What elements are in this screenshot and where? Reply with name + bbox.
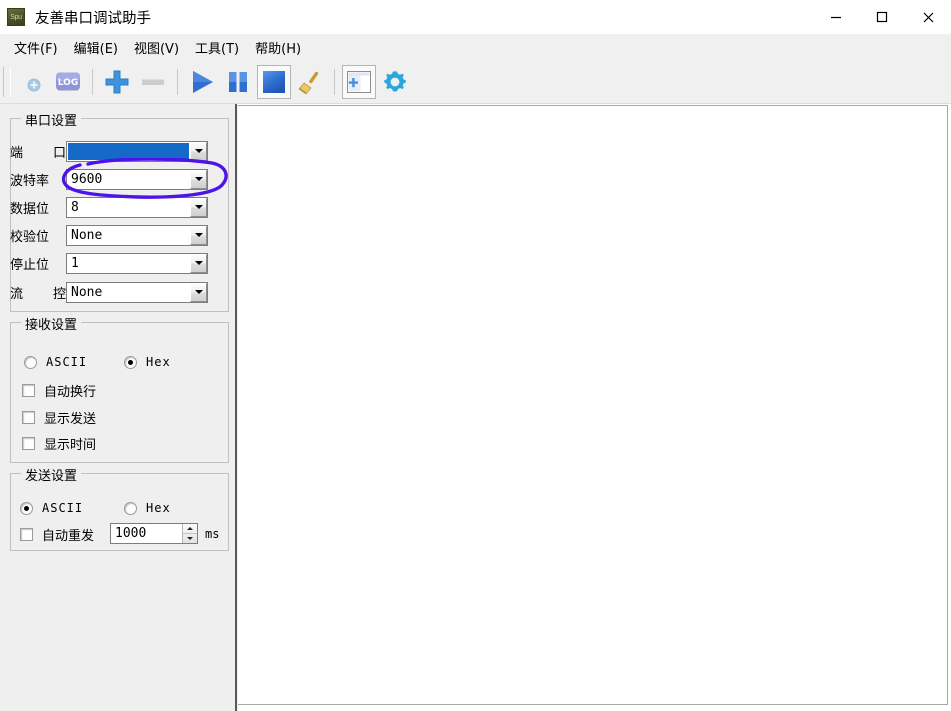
play-icon[interactable] [185,65,219,99]
spinner-up-icon[interactable] [183,524,197,534]
port-label: 端 口 [10,142,66,161]
maximize-button[interactable] [859,0,905,34]
menu-tools[interactable]: 工具(T) [187,35,247,60]
row-stopbits: 停止位 1 [10,252,208,274]
toolbar-separator [92,68,93,95]
window-controls [813,0,951,34]
databits-combobox[interactable]: 8 [66,196,208,218]
toolbar-separator-3 [334,68,335,95]
receive-hex-radio[interactable]: Hex [124,355,171,369]
parity-combobox[interactable]: None [66,224,208,246]
log-icon[interactable]: LOG [51,65,85,99]
menu-view[interactable]: 视图(V) [126,35,187,60]
plus-icon[interactable] [100,65,134,99]
flowcontrol-label-b: 控 [52,286,66,302]
stopbits-label: 停止位 [10,257,50,273]
receive-ascii-radio[interactable]: ASCII [24,355,87,369]
stopbits-combobox[interactable]: 1 [66,252,208,274]
flowcontrol-value: None [71,284,103,300]
new-window-icon[interactable] [342,64,376,99]
row-parity: 校验位 None [10,224,208,246]
row-flowcontrol: 流 控 None [10,281,208,303]
toolbar: LOG [0,60,951,104]
chevron-down-icon[interactable] [190,225,207,245]
receive-ascii-label: ASCII [46,355,88,369]
chevron-down-icon[interactable] [190,253,207,273]
flowcontrol-label: 流 控 [10,283,66,302]
radio-circle-icon [24,355,37,369]
baudrate-value: 9600 [71,171,103,187]
menu-file[interactable]: 文件(F) [6,35,66,60]
spinner-down-icon[interactable] [183,534,197,543]
gear-settings-icon[interactable] [378,65,412,99]
parity-value: None [71,227,103,243]
resend-interval-unit: ms [205,526,220,541]
send-hex-label: Hex [146,501,171,515]
checkbox-icon [22,411,35,424]
radio-circle-icon [20,501,33,515]
chevron-down-icon[interactable] [190,197,207,217]
checkbox-icon [20,528,33,541]
show-time-label: 显示时间 [44,438,97,453]
add-connection-icon[interactable] [15,65,49,99]
databits-value: 8 [71,199,79,215]
receive-settings-title: 接收设置 [21,314,82,333]
spinner-buttons[interactable] [182,524,197,543]
toolbar-separator-2 [177,68,178,95]
chevron-down-icon[interactable] [190,282,207,302]
row-port: 端 口 [10,140,208,162]
menu-bar: 文件(F) 编辑(E) 视图(V) 工具(T) 帮助(H) [0,34,951,60]
title-bar: Spu 友善串口调试助手 [0,0,951,34]
show-time-checkbox[interactable]: 显示时间 [22,434,96,453]
flowcontrol-label-a: 流 [10,286,24,302]
minimize-button[interactable] [813,0,859,34]
menu-edit[interactable]: 编辑(E) [66,35,126,60]
stop-icon[interactable] [257,64,291,99]
chevron-down-icon[interactable] [190,141,207,161]
resend-interval-stepper[interactable]: 1000 ms [110,523,219,544]
send-settings-title: 发送设置 [21,465,82,484]
menu-help[interactable]: 帮助(H) [247,35,309,60]
broom-clear-icon[interactable] [293,65,327,99]
auto-resend-checkbox[interactable]: 自动重发 [20,525,94,544]
port-selection-highlight [68,142,189,160]
app-icon: Spu [7,8,25,26]
toolbar-grip[interactable] [3,66,11,97]
flowcontrol-combobox[interactable]: None [66,281,208,303]
checkbox-icon [22,437,35,450]
auto-wrap-checkbox[interactable]: 自动换行 [22,381,96,400]
svg-text:LOG: LOG [58,78,78,88]
auto-wrap-label: 自动换行 [44,385,97,400]
row-databits: 数据位 8 [10,196,208,218]
databits-label: 数据位 [10,201,50,217]
receive-hex-label: Hex [146,355,171,369]
send-ascii-radio[interactable]: ASCII [20,501,83,515]
port-combobox[interactable] [66,140,208,162]
send-ascii-label: ASCII [42,501,84,515]
port-label-b: 口 [52,145,66,161]
minus-icon[interactable] [136,65,170,99]
auto-resend-label: 自动重发 [42,529,95,544]
close-button[interactable] [905,0,951,34]
baudrate-label: 波特率 [10,173,50,189]
port-label-a: 端 [10,145,24,161]
data-display-area[interactable] [238,105,948,705]
radio-circle-icon [124,355,137,369]
row-baudrate: 波特率 9600 [10,168,208,190]
serial-settings-title: 串口设置 [21,110,82,129]
pause-icon[interactable] [221,65,255,99]
resend-interval-value: 1000 [115,526,147,541]
show-send-checkbox[interactable]: 显示发送 [22,408,96,427]
radio-circle-icon [124,501,137,515]
send-hex-radio[interactable]: Hex [124,501,171,515]
show-send-label: 显示发送 [44,412,97,427]
parity-label: 校验位 [10,229,50,245]
baudrate-combobox[interactable]: 9600 [66,168,208,190]
stopbits-value: 1 [71,255,79,271]
chevron-down-icon[interactable] [190,169,207,189]
checkbox-icon [22,384,35,397]
resend-interval-input[interactable]: 1000 [110,523,198,544]
window-title: 友善串口调试助手 [35,10,151,27]
